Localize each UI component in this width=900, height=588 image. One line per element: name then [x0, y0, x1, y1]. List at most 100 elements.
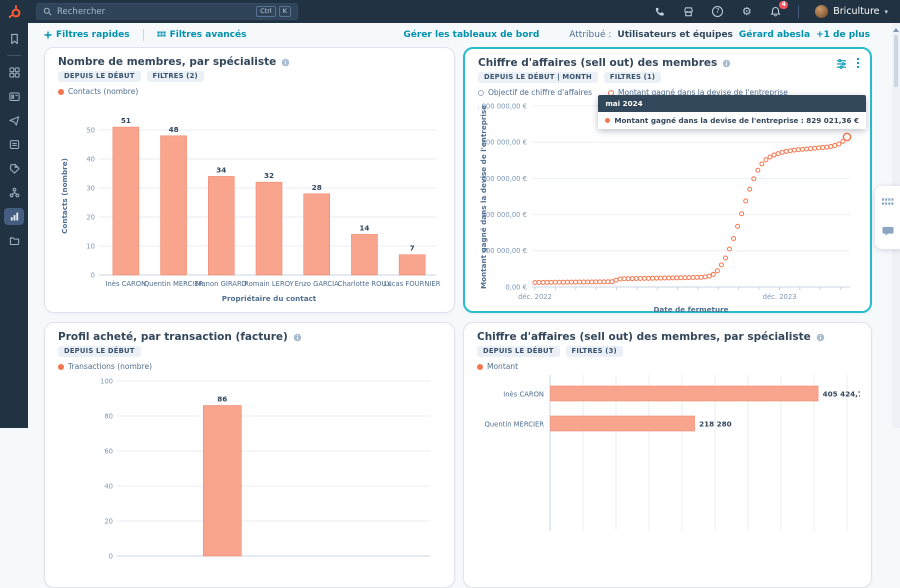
data-point[interactable] [621, 276, 627, 282]
data-point[interactable] [783, 148, 789, 154]
data-point[interactable] [722, 255, 728, 261]
copilot-chat-icon[interactable] [882, 226, 894, 237]
sidebar-item-content[interactable] [4, 136, 24, 153]
bar[interactable] [550, 385, 819, 402]
data-point[interactable] [564, 279, 570, 285]
data-point[interactable] [686, 275, 692, 281]
data-point[interactable] [540, 279, 546, 285]
data-point[interactable] [743, 198, 749, 204]
account-menu[interactable]: Briculture ▾ [815, 5, 888, 18]
data-point[interactable] [791, 147, 797, 153]
data-point[interactable] [718, 262, 724, 268]
bar[interactable] [398, 254, 426, 276]
data-point[interactable] [593, 279, 599, 285]
advanced-filters-button[interactable]: Filtres avancés [157, 30, 246, 40]
data-point[interactable] [771, 152, 777, 158]
info-icon[interactable] [281, 58, 290, 67]
scrollbar-thumb[interactable] [894, 35, 898, 87]
data-point[interactable] [536, 279, 542, 285]
bar[interactable] [550, 415, 695, 432]
data-point[interactable] [759, 161, 765, 167]
data-point[interactable] [666, 275, 672, 281]
data-point[interactable] [726, 246, 732, 252]
data-point[interactable] [577, 279, 583, 285]
data-point[interactable] [670, 275, 676, 281]
marketplace-icon[interactable] [682, 5, 695, 18]
data-point[interactable] [556, 279, 562, 285]
data-point[interactable] [832, 142, 838, 148]
notifications-icon[interactable]: 4 [769, 1, 789, 18]
help-icon[interactable]: ? [711, 5, 724, 18]
customize-icon[interactable] [836, 58, 847, 69]
data-point[interactable] [767, 154, 773, 160]
data-point[interactable] [658, 275, 664, 281]
data-point[interactable] [816, 145, 822, 151]
legend-item-objective[interactable]: Objectif de chiffre d'affaires [478, 89, 592, 97]
data-point[interactable] [731, 235, 737, 241]
date-range-badge[interactable]: DEPUIS LE DÉBUT [477, 346, 560, 357]
date-range-badge[interactable]: DEPUIS LE DÉBUT | MONTH [478, 72, 598, 83]
data-point[interactable] [585, 279, 591, 285]
data-point[interactable] [625, 276, 631, 282]
info-icon[interactable] [293, 333, 302, 342]
data-point[interactable] [694, 274, 700, 280]
data-point[interactable] [573, 279, 579, 285]
quick-filters-button[interactable]: Filtres rapides [44, 30, 130, 40]
sidebar-item-reporting[interactable] [4, 208, 24, 225]
data-point[interactable] [581, 279, 587, 285]
data-point[interactable] [629, 276, 635, 282]
data-point[interactable] [637, 275, 643, 281]
data-point[interactable] [682, 275, 688, 281]
legend-item[interactable]: Transactions (nombre) [58, 363, 152, 371]
bar[interactable] [255, 181, 283, 276]
data-point[interactable] [605, 279, 611, 285]
data-point[interactable] [633, 276, 639, 282]
data-point[interactable] [645, 275, 651, 281]
manage-dashboards-link[interactable]: Gérer les tableaux de bord [403, 30, 539, 40]
legend-item[interactable]: Montant [477, 363, 518, 371]
info-icon[interactable] [722, 59, 731, 68]
assigned-user-link[interactable]: Gérard abesla [739, 30, 810, 40]
sidebar-item-data-management[interactable] [4, 232, 24, 249]
sidebar-item-automations[interactable] [4, 184, 24, 201]
sidebar-item-workspaces[interactable] [4, 64, 24, 81]
bar[interactable] [303, 193, 331, 276]
sidebar-item-commerce[interactable] [4, 160, 24, 177]
data-point[interactable] [597, 279, 603, 285]
global-search-input[interactable]: Rechercher Ctrl K [36, 3, 298, 20]
data-point[interactable] [812, 145, 818, 151]
data-point[interactable] [820, 145, 826, 151]
data-point[interactable] [799, 146, 805, 152]
assigned-more-link[interactable]: +1 de plus [816, 30, 870, 40]
data-point[interactable] [552, 279, 558, 285]
data-point[interactable] [779, 149, 785, 155]
data-point[interactable] [568, 279, 574, 285]
filters-badge[interactable]: FILTRES (1) [603, 72, 662, 83]
data-point[interactable] [654, 275, 660, 281]
data-point[interactable] [763, 157, 769, 163]
data-point[interactable] [808, 146, 814, 152]
sidebar-item-marketing[interactable] [4, 112, 24, 129]
bar[interactable] [351, 234, 378, 276]
date-range-badge[interactable]: DEPUIS LE DÉBUT [58, 71, 141, 82]
data-point[interactable] [710, 271, 716, 277]
data-point[interactable] [803, 146, 809, 152]
data-point[interactable] [532, 279, 538, 285]
data-point[interactable] [617, 276, 623, 282]
bar[interactable] [203, 405, 242, 557]
hubspot-logo[interactable] [0, 4, 30, 19]
data-point[interactable] [678, 275, 684, 281]
data-point[interactable] [589, 279, 595, 285]
data-point[interactable] [747, 186, 753, 192]
data-point[interactable] [706, 273, 712, 279]
sidebar-item-crm[interactable] [4, 88, 24, 105]
data-point[interactable] [739, 211, 745, 217]
data-point[interactable] [601, 279, 607, 285]
data-point[interactable] [698, 274, 704, 280]
bar[interactable] [207, 176, 235, 276]
calling-icon[interactable] [653, 5, 666, 18]
data-point[interactable] [775, 151, 781, 157]
date-range-badge[interactable]: DEPUIS LE DÉBUT [58, 346, 141, 357]
data-point[interactable] [755, 167, 761, 173]
settings-icon[interactable]: ⚙ [740, 5, 753, 18]
